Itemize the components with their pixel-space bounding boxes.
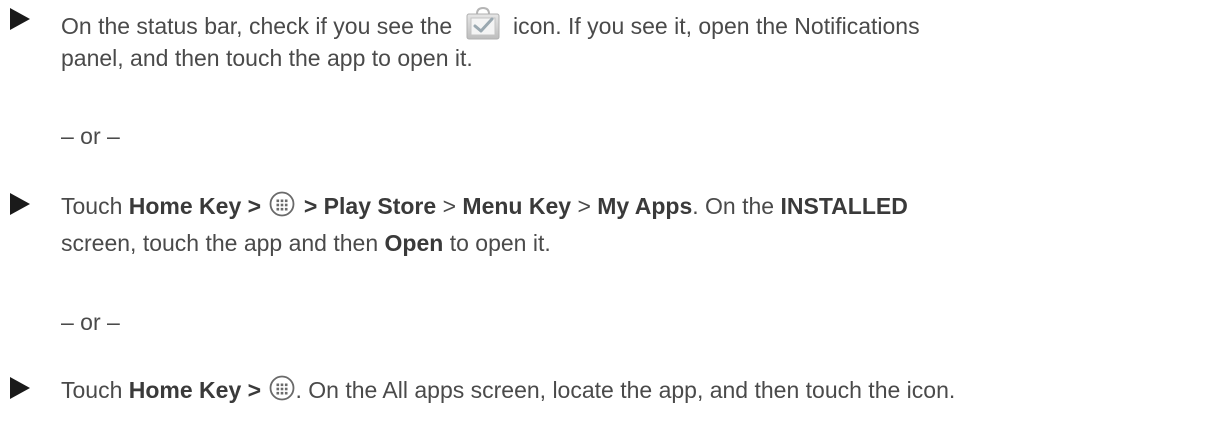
or-separator-2: – or –: [61, 309, 120, 335]
step-2-on-the: . On the: [692, 193, 775, 219]
step-1-line-2: panel, and then touch the app to open it…: [61, 45, 473, 71]
step-2-open: Open: [384, 230, 444, 256]
step-3-rest: . On the All apps screen, locate the app…: [295, 377, 956, 403]
step-2-menu-key: Menu Key: [462, 193, 572, 219]
step-2-sep-2: >: [577, 193, 591, 219]
step-2-line-2-b: to open it.: [449, 230, 551, 256]
step-3-line-1: Touch Home Key > . On the All apps scree…: [61, 375, 955, 403]
step-2-play-store: > Play Store: [303, 193, 437, 219]
step-2-touch: Touch: [61, 193, 123, 219]
play-store-bag-icon: [465, 6, 501, 40]
triangle-right-icon: [10, 377, 30, 399]
step-2-home-key: Home Key >: [128, 193, 262, 219]
step-1-text-after: icon. If you see it, open the Notificati…: [513, 13, 920, 39]
or-separator-1: – or –: [61, 123, 120, 149]
step-2-line-2: screen, touch the app and then Open to o…: [61, 230, 551, 256]
step-2-line-2-a: screen, touch the app and then: [61, 230, 379, 256]
step-2-my-apps: My Apps: [597, 193, 693, 219]
step-3-touch: Touch: [61, 377, 123, 403]
apps-grid-icon: [270, 191, 295, 217]
step-2-installed: INSTALLED: [780, 193, 908, 219]
step-2-line-1: Touch Home Key > > Play Store > Menu Key…: [61, 191, 908, 219]
step-1-line-1: On the status bar, check if you see the …: [61, 6, 920, 40]
step-1-text-before: On the status bar, check if you see the: [61, 13, 453, 39]
step-2-sep-1: >: [442, 193, 457, 219]
step-3-home-key: Home Key >: [128, 377, 262, 403]
triangle-right-icon: [10, 8, 30, 30]
triangle-right-icon: [10, 193, 30, 215]
apps-grid-icon: [270, 375, 295, 401]
